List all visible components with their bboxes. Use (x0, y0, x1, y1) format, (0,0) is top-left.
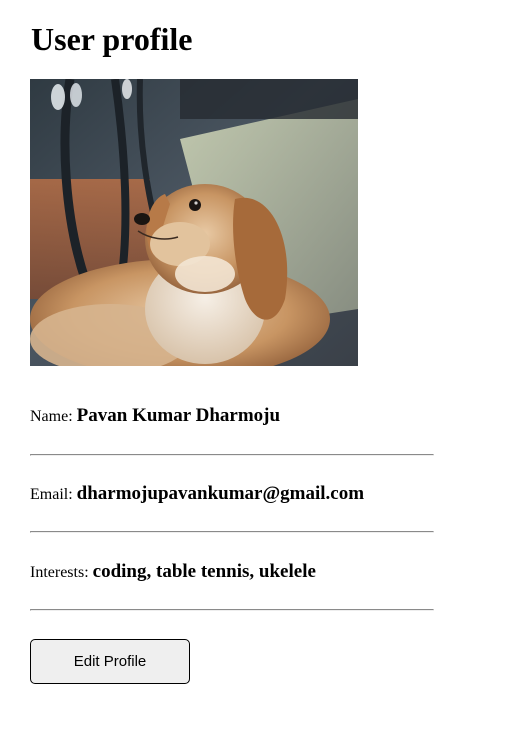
interests-value: coding, table tennis, ukelele (92, 561, 316, 582)
edit-profile-button[interactable]: Edit Profile (30, 639, 190, 684)
email-value: dharmojupavankumar@gmail.com (76, 483, 365, 504)
name-label: Name: (30, 408, 73, 425)
interests-label: Interests: (30, 564, 89, 581)
name-value: Pavan Kumar Dharmoju (76, 405, 281, 426)
divider (30, 454, 434, 456)
avatar (30, 79, 358, 366)
divider (30, 531, 434, 533)
page-title: User profile (31, 21, 193, 57)
name-row: Name: Pavan Kumar Dharmoju (30, 405, 280, 428)
divider (30, 609, 434, 611)
email-label: Email: (30, 486, 73, 503)
interests-row: Interests: coding, table tennis, ukelele (30, 561, 316, 584)
email-row: Email: dharmojupavankumar@gmail.com (30, 483, 364, 506)
